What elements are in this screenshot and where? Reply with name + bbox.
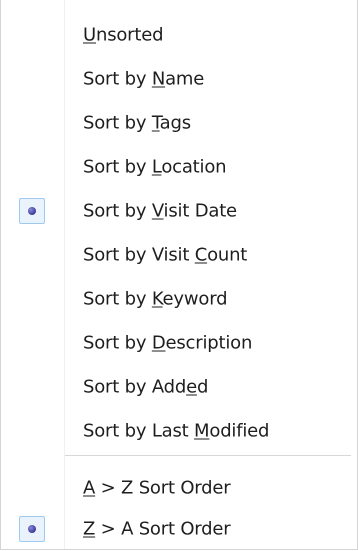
- menu-item-unsorted[interactable]: Unsorted: [1, 13, 357, 57]
- menu-item-sort-by-description[interactable]: Sort by Description: [1, 321, 357, 365]
- menu-item-label: Sort by Last Modified: [83, 420, 270, 442]
- menu-item-sort-by-visit-date[interactable]: Sort by Visit Date: [1, 189, 357, 233]
- radio-dot-icon: [28, 525, 36, 533]
- menu-separator: [65, 455, 351, 456]
- menu-item-sort-by-name[interactable]: Sort by Name: [1, 57, 357, 101]
- menu-item-label: Sort by Tags: [83, 112, 191, 134]
- menu-item-label: A > Z Sort Order: [83, 477, 231, 499]
- menu-item-sort-by-last-modified[interactable]: Sort by Last Modified: [1, 409, 357, 453]
- menu-item-label: Z > A Sort Order: [83, 518, 231, 540]
- menu-item-label: Sort by Keyword: [83, 288, 228, 310]
- menu-item-label: Sort by Visit Date: [83, 200, 237, 222]
- radio-checked-icon: [19, 198, 45, 224]
- menu-item-label: Unsorted: [83, 24, 164, 46]
- sort-context-menu: Unsorted Sort by Name Sort by Tags Sort …: [0, 0, 358, 550]
- radio-checked-icon: [19, 516, 45, 542]
- menu-item-sort-by-visit-count[interactable]: Sort by Visit Count: [1, 233, 357, 277]
- menu-item-a-to-z-order[interactable]: A > Z Sort Order: [1, 466, 357, 510]
- menu-item-label: Sort by Description: [83, 332, 253, 354]
- menu-item-sort-by-keyword[interactable]: Sort by Keyword: [1, 277, 357, 321]
- menu-item-label: Sort by Added: [83, 376, 209, 398]
- menu-item-z-to-a-order[interactable]: Z > A Sort Order: [1, 507, 357, 551]
- menu-item-label: Sort by Visit Count: [83, 244, 248, 266]
- menu-item-sort-by-location[interactable]: Sort by Location: [1, 145, 357, 189]
- menu-item-label: Sort by Name: [83, 68, 205, 90]
- radio-dot-icon: [28, 207, 36, 215]
- menu-item-sort-by-added[interactable]: Sort by Added: [1, 365, 357, 409]
- menu-item-label: Sort by Location: [83, 156, 227, 178]
- menu-item-sort-by-tags[interactable]: Sort by Tags: [1, 101, 357, 145]
